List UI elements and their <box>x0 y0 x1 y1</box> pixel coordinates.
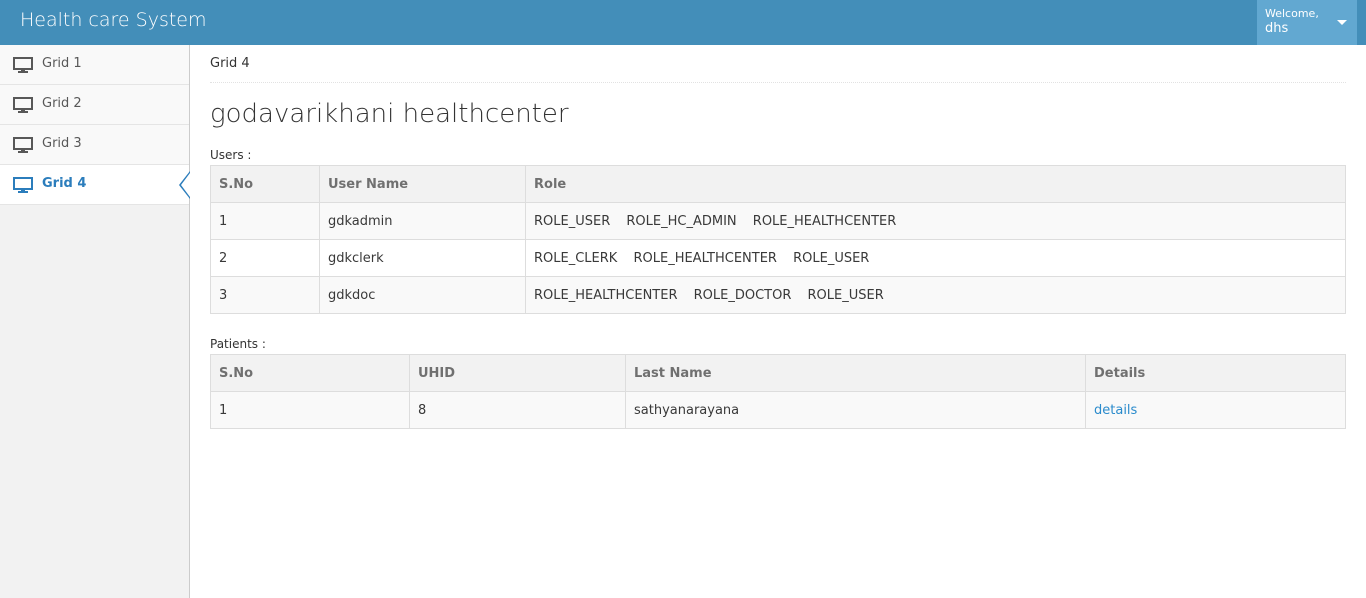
caret-down-icon <box>1337 20 1347 25</box>
users-table: S.No User Name Role 1 gdkadmin ROLE_USER… <box>210 165 1346 314</box>
top-navbar: Health care System Welcome, dhs <box>0 0 1366 45</box>
role-label: ROLE_HEALTHCENTER <box>534 287 678 303</box>
cell-sno: 1 <box>210 202 320 240</box>
patients-table: S.No UHID Last Name Details 1 8 sathyana… <box>210 354 1346 429</box>
cell-details: details <box>1085 391 1346 429</box>
cell-sno: 3 <box>210 276 320 314</box>
role-label: ROLE_HEALTHCENTER <box>633 250 777 266</box>
column-header-details[interactable]: Details <box>1085 354 1346 392</box>
role-label: ROLE_CLERK <box>534 250 618 266</box>
sidebar-item-grid-2[interactable]: Grid 2 <box>0 85 189 125</box>
desktop-icon <box>13 57 33 73</box>
table-row: 3 gdkdoc ROLE_HEALTHCENTER ROLE_DOCTOR R… <box>210 276 1346 314</box>
cell-sno: 1 <box>210 391 410 429</box>
cell-roles: ROLE_USER ROLE_HC_ADMIN ROLE_HEALTHCENTE… <box>525 202 1346 240</box>
table-row: 2 gdkclerk ROLE_CLERK ROLE_HEALTHCENTER … <box>210 239 1346 277</box>
desktop-icon <box>13 137 33 153</box>
sidebar-item-label: Grid 1 <box>42 56 82 71</box>
patients-label: Patients : <box>210 337 266 351</box>
desktop-icon <box>13 177 33 193</box>
sidebar-item-label: Grid 2 <box>42 96 82 111</box>
role-label: ROLE_USER <box>534 213 611 229</box>
table-row: 1 8 sathyanarayana details <box>210 391 1346 429</box>
role-label: ROLE_DOCTOR <box>693 287 792 303</box>
cell-username: gdkdoc <box>319 276 526 314</box>
cell-roles: ROLE_CLERK ROLE_HEALTHCENTER ROLE_USER <box>525 239 1346 277</box>
app-title[interactable]: Health care System <box>20 9 207 31</box>
divider <box>210 82 1346 83</box>
table-row: 1 gdkadmin ROLE_USER ROLE_HC_ADMIN ROLE_… <box>210 202 1346 240</box>
column-header-role[interactable]: Role <box>525 165 1346 203</box>
column-header-sno[interactable]: S.No <box>210 165 320 203</box>
cell-sno: 2 <box>210 239 320 277</box>
sidebar-item-grid-1[interactable]: Grid 1 <box>0 45 189 85</box>
sidebar-item-label: Grid 4 <box>42 176 87 191</box>
cell-roles: ROLE_HEALTHCENTER ROLE_DOCTOR ROLE_USER <box>525 276 1346 314</box>
sidebar-item-grid-3[interactable]: Grid 3 <box>0 125 189 165</box>
cell-last-name: sathyanarayana <box>625 391 1086 429</box>
sidebar-item-grid-4[interactable]: Grid 4 <box>0 165 190 205</box>
role-label: ROLE_USER <box>793 250 870 266</box>
column-header-username[interactable]: User Name <box>319 165 526 203</box>
desktop-icon <box>13 97 33 113</box>
breadcrumb: Grid 4 <box>210 56 250 71</box>
sidebar: Grid 1 Grid 2 Grid 3 Grid 4 <box>0 45 190 598</box>
username: dhs <box>1265 21 1289 36</box>
column-header-last-name[interactable]: Last Name <box>625 354 1086 392</box>
cell-username: gdkclerk <box>319 239 526 277</box>
welcome-text: Welcome, <box>1265 7 1319 20</box>
user-menu-dropdown[interactable]: Welcome, dhs <box>1257 0 1357 45</box>
main-content: Grid 4 godavarikhani healthcenter Users … <box>190 45 1366 598</box>
cell-username: gdkadmin <box>319 202 526 240</box>
details-link[interactable]: details <box>1094 403 1137 418</box>
column-header-sno[interactable]: S.No <box>210 354 410 392</box>
sidebar-item-label: Grid 3 <box>42 136 82 151</box>
role-label: ROLE_HC_ADMIN <box>626 213 737 229</box>
role-label: ROLE_USER <box>807 287 884 303</box>
users-label: Users : <box>210 148 252 162</box>
cell-uhid: 8 <box>409 391 626 429</box>
column-header-uhid[interactable]: UHID <box>409 354 626 392</box>
role-label: ROLE_HEALTHCENTER <box>752 213 897 229</box>
page-title: godavarikhani healthcenter <box>210 99 569 129</box>
